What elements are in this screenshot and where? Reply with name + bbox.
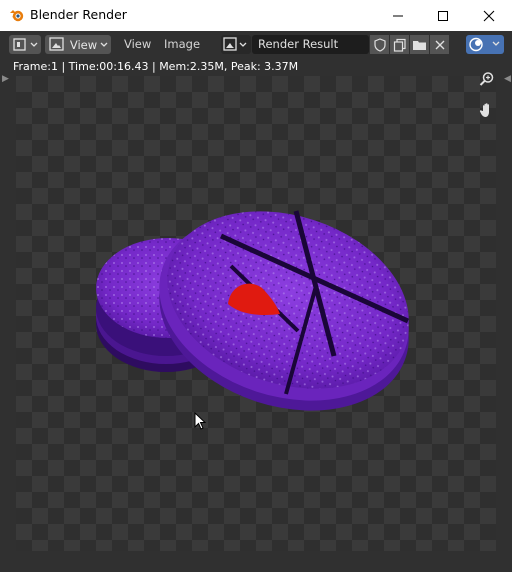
chevron-down-icon — [100, 42, 108, 47]
view-mode-dropdown[interactable]: View — [45, 35, 111, 54]
fake-user-button[interactable] — [370, 35, 389, 54]
chevron-down-icon[interactable] — [491, 39, 503, 49]
window-titlebar: Blender Render — [0, 0, 512, 31]
minimize-icon — [393, 15, 403, 16]
duplicate-icon — [393, 38, 406, 52]
render-status-info: Frame:1 | Time:00:16.43 | Mem:2.35M, Pea… — [13, 60, 299, 73]
editor-type-selector[interactable] — [9, 35, 41, 54]
pan-navigation-button[interactable] — [476, 99, 498, 121]
image-editor-icon — [13, 38, 38, 51]
menu-image[interactable]: Image — [164, 37, 200, 51]
blender-logo-icon — [9, 7, 25, 23]
image-view-icon — [49, 37, 64, 51]
zoom-navigation-button[interactable] — [476, 68, 498, 90]
render-result-image — [96, 210, 410, 411]
maximize-icon — [438, 10, 448, 21]
close-icon — [483, 10, 495, 21]
open-image-button[interactable] — [410, 35, 429, 54]
view-mode-label: View — [69, 37, 98, 52]
sidebar-expand-right-icon[interactable]: ◀ — [504, 74, 511, 84]
new-image-button[interactable] — [390, 35, 409, 54]
menu-view[interactable]: View — [124, 37, 151, 51]
shield-icon — [373, 37, 386, 52]
maximize-button[interactable] — [420, 0, 466, 31]
render-viewport[interactable] — [16, 76, 496, 551]
close-window-button[interactable] — [466, 0, 512, 31]
unlink-image-button[interactable] — [430, 35, 449, 54]
image-browse-icon — [223, 37, 247, 51]
mouse-cursor-icon — [194, 412, 207, 430]
minimize-button[interactable] — [375, 0, 421, 31]
front-disc — [159, 210, 410, 411]
image-name-field[interactable]: Render Result — [252, 35, 369, 54]
zoom-icon — [479, 72, 494, 86]
image-editor-header: View View Image Render Result — [0, 31, 512, 59]
close-icon — [435, 40, 444, 49]
folder-icon — [412, 40, 426, 50]
hand-pan-icon — [479, 103, 489, 117]
window-title: Blender Render — [30, 7, 127, 22]
image-browse-button[interactable] — [221, 35, 251, 54]
sidebar-expand-left-icon[interactable]: ▶ — [2, 74, 9, 84]
